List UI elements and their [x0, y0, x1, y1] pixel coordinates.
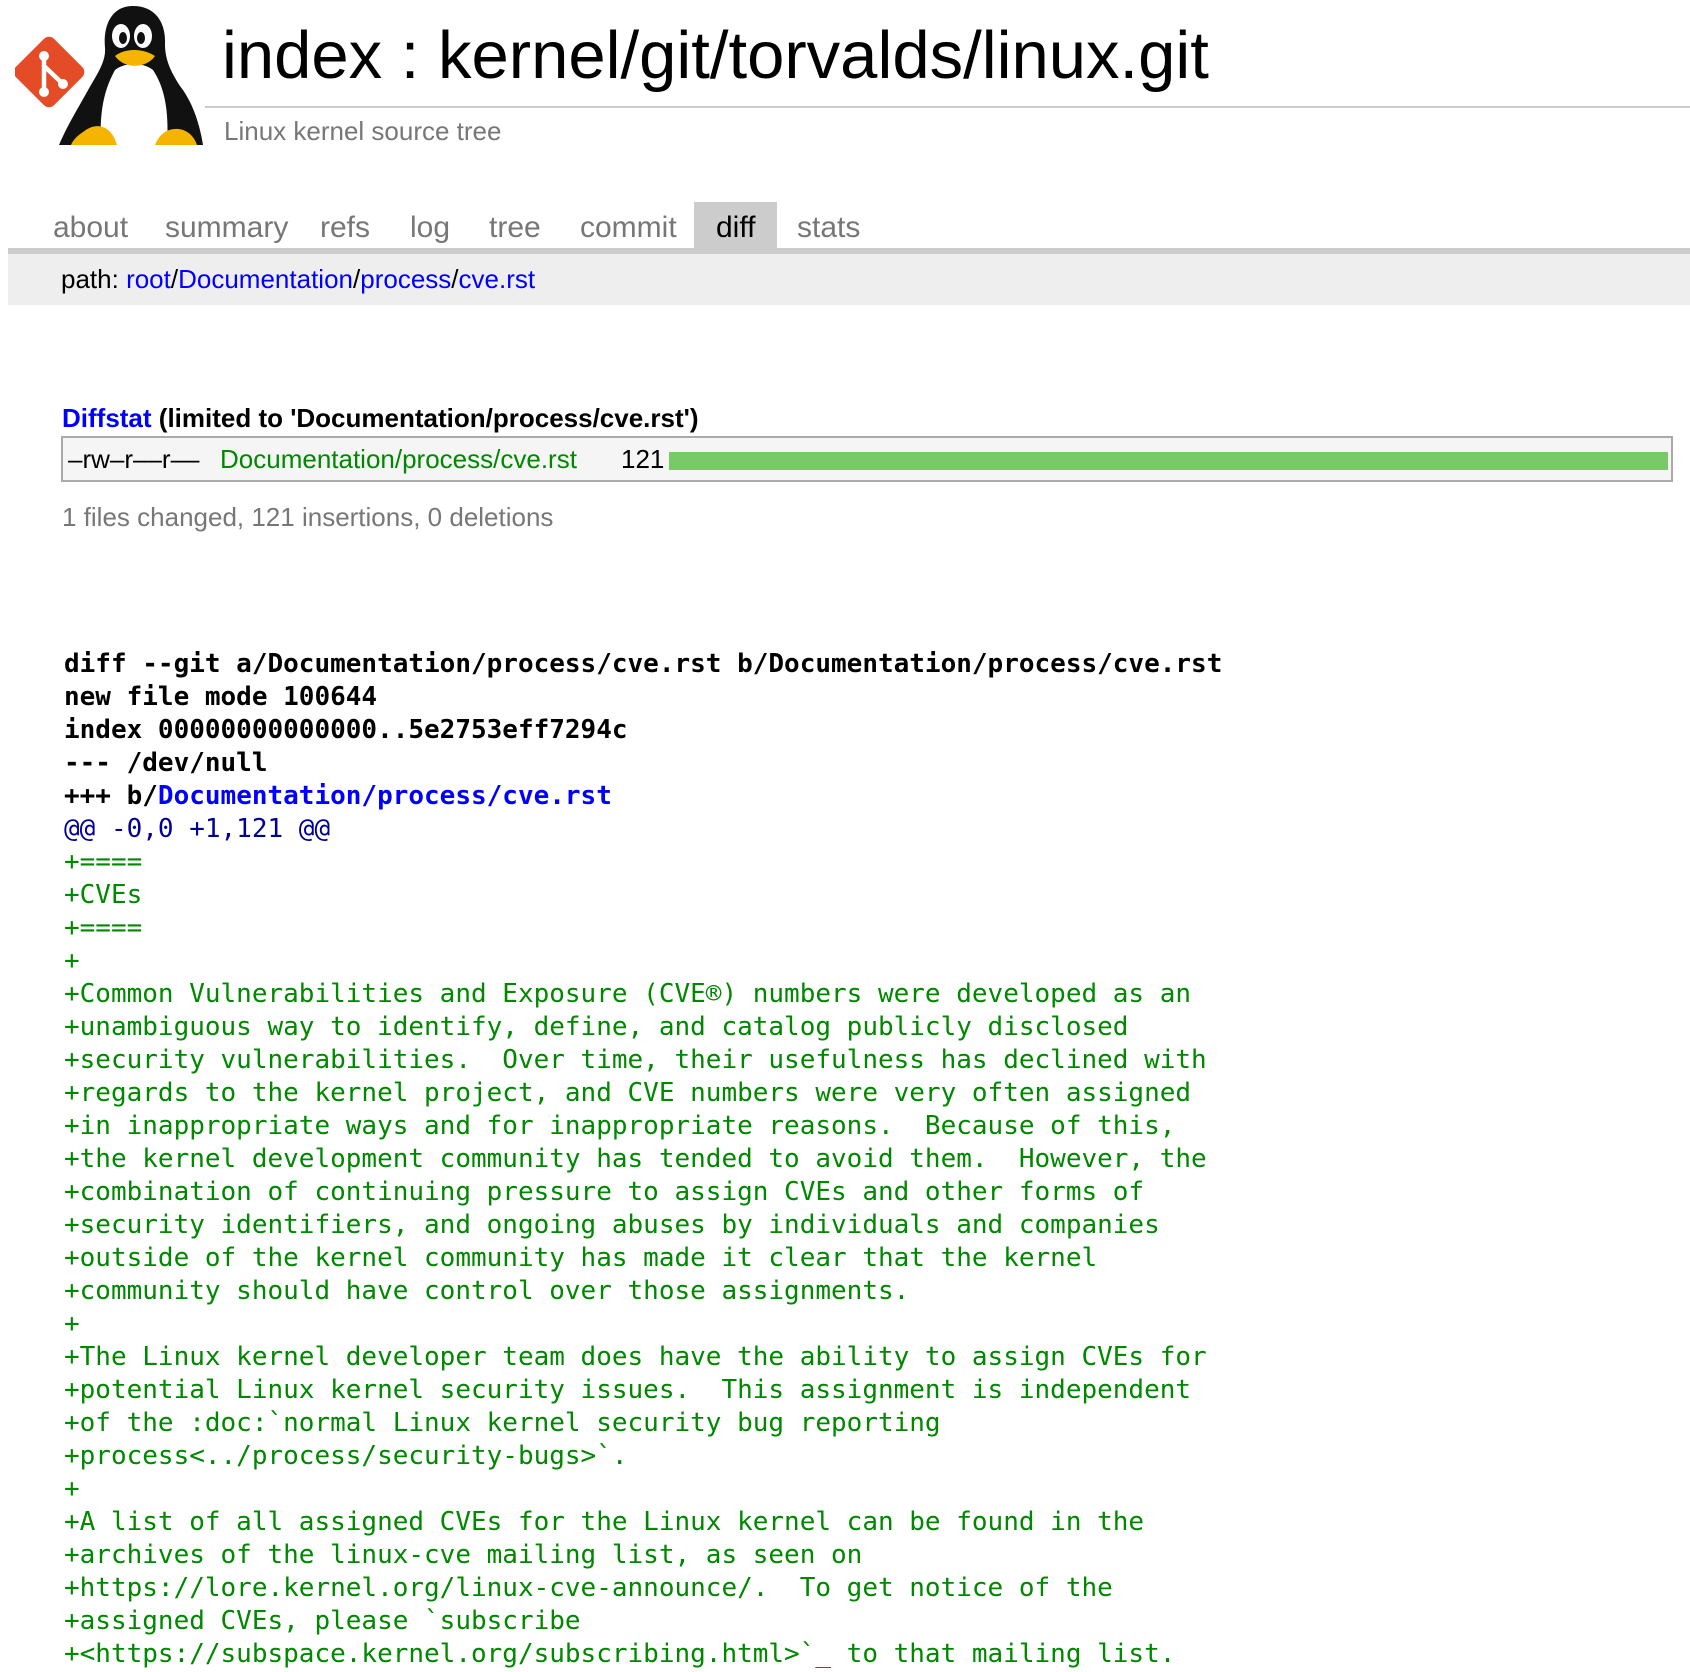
diffstat-header: Diffstat (limited to 'Documentation/proc…	[62, 401, 698, 435]
nav-tabs: about summary refs log tree commit diff stats	[8, 202, 1690, 250]
repo-title: index : kernel/git/torvalds/linux.git	[222, 18, 1209, 93]
diff-header-line: index 00000000000000..5e2753eff7294c	[64, 715, 628, 745]
tab-diff[interactable]: diff	[694, 202, 778, 250]
added-line: +====	[64, 847, 143, 877]
diff-plus-header-line: +++ b/Documentation/process/cve.rst	[64, 780, 1222, 813]
added-line: +https://lore.kernel.org/linux-cve-annou…	[64, 1573, 1113, 1603]
path-cve-rst-link[interactable]: cve.rst	[459, 264, 536, 294]
added-line: +outside of the kernel community has mad…	[64, 1243, 1098, 1273]
file-mode: –rw–r––r––	[68, 444, 200, 474]
site-logo[interactable]	[13, 0, 203, 145]
added-line: +process<../process/security-bugs>`.	[64, 1441, 628, 1471]
diff-header-line: --- /dev/null	[64, 748, 268, 778]
diff-file-link[interactable]: Documentation/process/cve.rst	[158, 781, 612, 811]
path-bar: path: root/Documentation/process/cve.rst	[8, 254, 1690, 305]
diff-header-line: new file mode 100644	[64, 682, 378, 712]
diffstat-limit-note: (limited to 'Documentation/process/cve.r…	[151, 403, 699, 433]
added-line: +====	[64, 913, 143, 943]
added-line: +combination of continuing pressure to a…	[64, 1177, 1145, 1207]
added-line: +security vulnerabilities. Over time, th…	[64, 1045, 1207, 1075]
insertions-bar	[669, 452, 1668, 470]
diffstat-file-link[interactable]: Documentation/process/cve.rst	[220, 442, 577, 476]
tux-git-logo-icon	[13, 6, 203, 145]
change-count: 121	[621, 444, 665, 474]
tab-summary[interactable]: summary	[143, 202, 310, 250]
added-line: +potential Linux kernel security issues.…	[64, 1375, 1192, 1405]
tab-log[interactable]: log	[388, 202, 472, 250]
tab-about[interactable]: about	[31, 202, 150, 250]
path-process-link[interactable]: process	[360, 264, 451, 294]
diff-view: diff --git a/Documentation/process/cve.r…	[64, 648, 1222, 1671]
added-line: +	[64, 1309, 80, 1339]
added-line: +<https://subspace.kernel.org/subscribin…	[64, 1639, 1176, 1669]
added-line: +archives of the linux-cve mailing list,…	[64, 1540, 863, 1570]
added-line: +A list of all assigned CVEs for the Lin…	[64, 1507, 1145, 1537]
added-line: +in inappropriate ways and for inappropr…	[64, 1111, 1176, 1141]
diffstat-summary: 1 files changed, 121 insertions, 0 delet…	[62, 502, 554, 532]
added-line: +community should have control over thos…	[64, 1276, 910, 1306]
added-line: +regards to the kernel project, and CVE …	[64, 1078, 1192, 1108]
diff-header-line: diff --git a/Documentation/process/cve.r…	[64, 649, 1223, 679]
diffstat-graph	[669, 452, 1668, 470]
title-divider	[205, 106, 1690, 108]
added-line: +CVEs	[64, 880, 143, 910]
tab-stats[interactable]: stats	[775, 202, 882, 250]
path-documentation-link[interactable]: Documentation	[178, 264, 353, 294]
path-prefix: path:	[61, 264, 127, 294]
added-line: +	[64, 946, 80, 976]
path-root-link[interactable]: root	[126, 264, 171, 294]
added-line: +assigned CVEs, please `subscribe	[64, 1606, 581, 1636]
tab-tree[interactable]: tree	[467, 202, 563, 250]
repo-description: Linux kernel source tree	[224, 116, 502, 146]
added-line: +unambiguous way to identify, define, an…	[64, 1012, 1129, 1042]
added-line: +Common Vulnerabilities and Exposure (CV…	[64, 979, 1192, 1009]
added-line: +The Linux kernel developer team does ha…	[64, 1342, 1207, 1372]
added-lines: +==== +CVEs +==== + +Common Vulnerabilities …	[64, 846, 1222, 1671]
path-separator: /	[451, 264, 459, 294]
added-line: +	[64, 1474, 80, 1504]
breadcrumb: path: root/Documentation/process/cve.rst	[61, 262, 535, 296]
tab-commit[interactable]: commit	[558, 202, 699, 250]
added-line: +the kernel development community has te…	[64, 1144, 1207, 1174]
diffstat-link[interactable]: Diffstat	[62, 403, 152, 433]
tab-refs[interactable]: refs	[298, 202, 392, 250]
plus-prefix: +++ b/	[64, 781, 158, 811]
added-line: +security identifiers, and ongoing abuse…	[64, 1210, 1160, 1240]
added-line: +of the :doc:`normal Linux kernel securi…	[64, 1408, 941, 1438]
diffstat-table: –rw–r––r–– Documentation/process/cve.rst…	[61, 436, 1673, 482]
hunk-header: @@ -0,0 +1,121 @@	[64, 814, 331, 844]
